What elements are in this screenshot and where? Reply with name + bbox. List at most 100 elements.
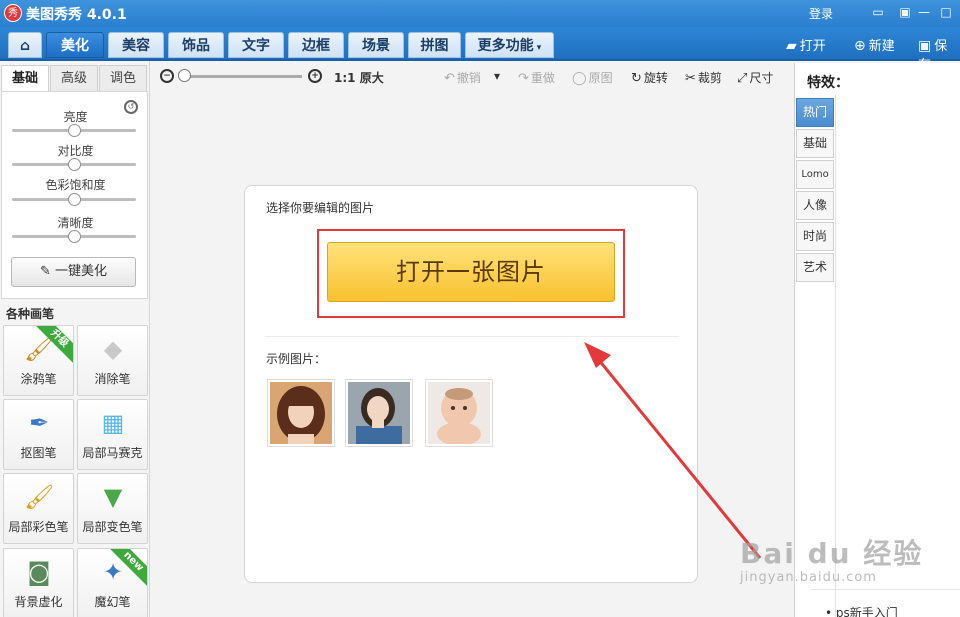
open-image-card: 选择你要编辑的图片 打开一张图片 示例图片：: [244, 185, 698, 583]
image-toolbar: − + 1:1 原大 ↶ 撤销 ▾ ↷ 重做 ◯ 原图 ↻ 旋转 ✂ 裁剪 ⤢ 尺寸: [152, 63, 792, 91]
title-bar: 秀 美图秀秀 4.0.1 登录 ▭ ▣ — □: [0, 0, 960, 27]
tool-magic-pen[interactable]: ✦ 魔幻笔 new: [77, 548, 148, 617]
tab-home[interactable]: ⌂: [8, 32, 42, 58]
tool-background-blur[interactable]: ◙ 背景虚化: [3, 548, 74, 617]
sample-image-2[interactable]: [345, 379, 413, 447]
tool-eraser[interactable]: ◆ 消除笔: [77, 325, 148, 396]
save-icon: ▣: [918, 38, 932, 54]
new-button[interactable]: ⊕ 新建: [854, 35, 895, 54]
zoom-thumb[interactable]: [178, 69, 191, 82]
brightness-slider[interactable]: [12, 124, 136, 137]
original-image-button[interactable]: ◯ 原图: [572, 69, 613, 86]
rotate-button[interactable]: ↻ 旋转: [631, 69, 668, 86]
tab-border[interactable]: 边框: [288, 32, 344, 58]
chevron-down-icon: ▾: [494, 69, 501, 83]
open-image-button[interactable]: 打开一张图片: [327, 242, 615, 302]
tool-label: 涂鸦笔: [20, 372, 57, 386]
subtab-advanced[interactable]: 高级: [50, 65, 98, 91]
undo-label: 撤销: [456, 71, 481, 85]
saturation-label: 色彩饱和度: [45, 178, 106, 192]
effect-tab-basic[interactable]: 基础: [796, 129, 834, 158]
tool-cutout-pen[interactable]: ✒ 抠图笔: [3, 399, 74, 470]
original-label: 原图: [588, 71, 613, 85]
magic-icon: ✎: [39, 264, 51, 279]
watermark-logo: Bai du 经验: [740, 537, 924, 570]
news-link[interactable]: • ps新手入门: [825, 604, 898, 617]
choose-image-prompt: 选择你要编辑的图片: [266, 201, 375, 215]
plus-circle-icon: ⊕: [854, 38, 866, 54]
app-logo-icon: 秀: [4, 4, 22, 22]
brightness-thumb[interactable]: [68, 124, 81, 137]
left-panel: 基础 高级 调色 ↺ 亮度 对比度 色彩饱和度 清晰度 ✎ 一键美化 各种画笔 …: [0, 61, 150, 617]
sharpness-label: 清晰度: [57, 216, 94, 230]
login-link[interactable]: 登录: [809, 5, 833, 22]
resize-icon: ⤢: [737, 71, 748, 86]
sample-image-3[interactable]: [425, 379, 493, 447]
zoom-slider[interactable]: [182, 75, 302, 78]
zoom-out-icon[interactable]: −: [160, 69, 174, 83]
tool-label: 局部彩色笔: [8, 520, 69, 534]
sample-portrait-3: [428, 382, 490, 446]
app-title: 美图秀秀 4.0.1: [26, 7, 127, 23]
sample-images-label: 示例图片：: [266, 352, 327, 366]
tab-beauty[interactable]: 美容: [108, 32, 164, 58]
tool-label: 魔幻笔: [94, 595, 131, 609]
color-brush-icon: 🖌: [24, 483, 55, 511]
tool-label: 抠图笔: [20, 446, 57, 460]
one-click-beautify-button[interactable]: ✎ 一键美化: [11, 257, 136, 287]
folder-icon: ▰: [786, 38, 797, 54]
rotate-label: 旋转: [643, 71, 668, 85]
undo-history-dropdown[interactable]: ▾: [494, 69, 500, 83]
effects-title: 特效：: [807, 75, 849, 91]
chevron-down-icon: ▾: [533, 43, 542, 53]
sharpness-slider[interactable]: [12, 230, 136, 243]
effect-tab-portrait[interactable]: 人像: [796, 191, 834, 220]
tab-collage[interactable]: 拼图: [408, 32, 461, 58]
maximize-icon[interactable]: □: [937, 3, 955, 21]
resize-label: 尺寸: [749, 71, 774, 85]
saturation-thumb[interactable]: [68, 193, 81, 206]
tab-beautify[interactable]: 美化: [46, 32, 104, 58]
effect-tab-fashion[interactable]: 时尚: [796, 222, 834, 251]
rotate-icon: ↻: [631, 71, 642, 86]
tool-color-brush[interactable]: 🖌 局部彩色笔: [3, 473, 74, 544]
brush-section-title: 各种画笔: [6, 307, 55, 321]
tab-scene[interactable]: 场景: [348, 32, 404, 58]
saturation-slider[interactable]: [12, 193, 136, 206]
feedback-icon[interactable]: ▭: [869, 3, 887, 21]
sample-image-1[interactable]: [267, 379, 335, 447]
undo-button[interactable]: ↶ 撤销: [444, 69, 481, 86]
sample-portrait-2: [348, 382, 410, 444]
contrast-thumb[interactable]: [68, 158, 81, 171]
resize-button[interactable]: ⤢ 尺寸: [737, 69, 773, 86]
minimize-icon[interactable]: —: [915, 3, 933, 21]
actual-size-button[interactable]: 1:1 原大: [334, 69, 384, 86]
tool-label: 消除笔: [94, 372, 131, 386]
contrast-slider[interactable]: [12, 158, 136, 171]
redo-button[interactable]: ↷ 重做: [518, 69, 555, 86]
tab-more[interactable]: 更多功能 ▾: [465, 32, 554, 58]
redo-label: 重做: [530, 71, 555, 85]
crop-button[interactable]: ✂ 裁剪: [685, 69, 722, 86]
effect-tab-art[interactable]: 艺术: [796, 253, 834, 282]
tab-accessories[interactable]: 饰品: [168, 32, 224, 58]
effect-tab-hot[interactable]: 热门: [796, 98, 834, 127]
eraser-icon: ◆: [103, 335, 123, 363]
redo-icon: ↷: [518, 71, 529, 86]
menu-icon[interactable]: ▣: [896, 3, 914, 21]
tool-mosaic[interactable]: ▦ 局部马赛克: [77, 399, 148, 470]
subtab-tone[interactable]: 调色: [99, 65, 147, 91]
news-link-label: ps新手入门: [835, 606, 898, 617]
tool-color-change[interactable]: ▼ 局部变色笔: [77, 473, 148, 544]
subtab-basic[interactable]: 基础: [1, 65, 49, 91]
original-icon: ◯: [572, 71, 587, 86]
sharpness-thumb[interactable]: [68, 230, 81, 243]
open-button[interactable]: ▰ 打开: [786, 35, 826, 54]
home-icon: ⌂: [19, 38, 31, 54]
tab-text[interactable]: 文字: [228, 32, 284, 58]
zoom-in-icon[interactable]: +: [308, 69, 322, 83]
tool-doodle-brush[interactable]: 🖌 涂鸦笔 升级: [3, 325, 74, 396]
bullet-icon: •: [825, 606, 833, 617]
tab-more-label: 更多功能: [477, 38, 534, 54]
effect-tab-lomo[interactable]: Lomo: [796, 160, 834, 189]
